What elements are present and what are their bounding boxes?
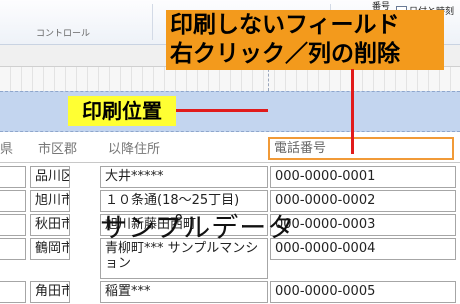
ribbon-group-label: コントロール <box>36 29 91 39</box>
cell-address[interactable]: 稲置*** <box>100 281 268 303</box>
print-position-pointer-line <box>176 109 268 112</box>
cell-city[interactable]: 品川区 <box>30 166 70 188</box>
ribbon-separator <box>152 4 153 40</box>
header-prefecture[interactable]: 県 <box>0 138 13 162</box>
print-position-callout: 印刷位置 <box>68 96 176 126</box>
cell-address[interactable]: 大井***** <box>100 166 268 188</box>
cell-prefecture[interactable] <box>0 166 26 188</box>
cell-phone[interactable]: 000-0000-0005 <box>270 281 456 303</box>
cell-city[interactable]: 角田市 <box>30 281 70 303</box>
cell-prefecture[interactable] <box>0 190 26 212</box>
cell-prefecture[interactable] <box>0 281 26 303</box>
cell-city[interactable]: 鶴岡市 <box>30 238 70 260</box>
cell-phone[interactable]: 000-0000-0004 <box>270 238 456 260</box>
cell-prefecture[interactable] <box>0 238 26 260</box>
sample-data-label: サンプルデータ <box>100 213 296 244</box>
no-print-field-callout: 印刷しないフィールド 右クリック／列の削除 <box>166 10 444 70</box>
header-city[interactable]: 市区郡 <box>38 138 77 162</box>
header-divider <box>0 162 460 163</box>
callout-line-1: 印刷しないフィールド <box>170 12 400 38</box>
cell-phone[interactable]: 000-0000-0002 <box>270 190 456 212</box>
cell-city[interactable]: 旭川市 <box>30 190 70 212</box>
table-row[interactable]: 角田市 稲置*** 000-0000-0005 <box>0 280 460 304</box>
header-phone-field[interactable]: 電話番号 <box>268 137 454 160</box>
cell-prefecture[interactable] <box>0 214 26 236</box>
header-address[interactable]: 以降住所 <box>108 138 160 162</box>
header-phone-label: 電話番号 <box>274 141 327 156</box>
cell-phone[interactable]: 000-0000-0003 <box>270 214 456 236</box>
report-design-view: コントロール 番号 日付と時刻 県 市区郡 以降住所 電話番号 品川区 大井**… <box>0 0 460 304</box>
report-ruler <box>0 67 460 91</box>
table-row[interactable]: 品川区 大井***** 000-0000-0001 <box>0 165 460 189</box>
callout-pointer-line <box>351 69 354 154</box>
cell-phone[interactable]: 000-0000-0001 <box>270 166 456 188</box>
cell-city[interactable]: 秋田市 <box>30 214 70 236</box>
callout-line-2: 右クリック／列の削除 <box>170 41 400 67</box>
